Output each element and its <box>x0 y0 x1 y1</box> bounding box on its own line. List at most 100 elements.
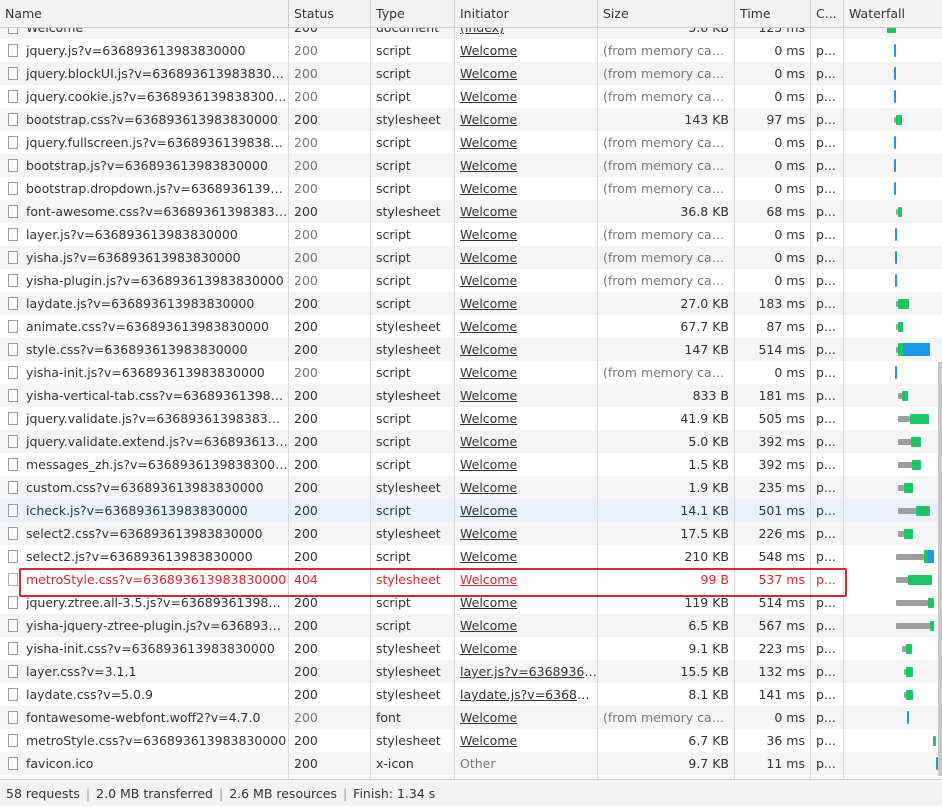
request-name[interactable]: layer.css?v=3.1.1 <box>0 660 288 683</box>
request-name[interactable]: bootstrap.dropdown.js?v=63689361398383..… <box>0 177 288 200</box>
request-name[interactable]: messages_zh.js?v=636893613983830000 <box>0 453 288 476</box>
table-row[interactable]: bootstrap.js?v=636893613983830000 200 scri… <box>0 154 942 177</box>
request-initiator[interactable]: Welcome <box>455 154 597 177</box>
table-row[interactable]: layer.css?v=3.1.1 200 stylesheet layer.js?v… <box>0 660 942 683</box>
table-row[interactable]: yisha-plugin.js?v=636893613983830000 200 s… <box>0 269 942 292</box>
table-row[interactable]: yisha-vertical-tab.css?v=636893613983830… <box>0 384 942 407</box>
request-initiator[interactable]: Welcome <box>455 384 597 407</box>
request-name[interactable]: animate.css?v=636893613983830000 <box>0 315 288 338</box>
request-name[interactable]: favicon.ico <box>0 752 288 775</box>
request-name[interactable]: jquery.fullscreen.js?v=63689361398383000… <box>0 131 288 154</box>
request-name[interactable]: font-awesome.css?v=636893613983830000 <box>0 200 288 223</box>
column-header-time[interactable]: Time <box>735 0 811 27</box>
request-name[interactable]: bootstrap.js?v=636893613983830000 <box>0 154 288 177</box>
request-initiator[interactable]: Welcome <box>455 361 597 384</box>
request-initiator[interactable]: Welcome <box>455 246 597 269</box>
request-initiator[interactable]: Welcome <box>455 637 597 660</box>
request-initiator[interactable]: Welcome <box>455 62 597 85</box>
request-name[interactable]: jquery.validate.js?v=636893613983830000 <box>0 407 288 430</box>
table-row[interactable]: custom.css?v=636893613983830000 200 styles… <box>0 476 942 499</box>
request-name[interactable]: jquery.validate.extend.js?v=636893613983… <box>0 430 288 453</box>
table-row[interactable]: laydate.css?v=5.0.9 200 stylesheet laydate.… <box>0 683 942 706</box>
table-row[interactable]: laydate.js?v=636893613983830000 200 script… <box>0 292 942 315</box>
table-row[interactable]: Welcome200document(index)5.6 KB125 ms <box>0 28 942 39</box>
table-row[interactable]: jquery.blockUI.js?v=636893613983830000 20… <box>0 62 942 85</box>
request-name[interactable]: yisha-init.css?v=636893613983830000 <box>0 637 288 660</box>
request-name[interactable]: jquery.js?v=636893613983830000 <box>0 39 288 62</box>
request-name[interactable]: custom.css?v=636893613983830000 <box>0 476 288 499</box>
request-name[interactable]: fontawesome-webfont.woff2?v=4.7.0 <box>0 706 288 729</box>
table-row[interactable]: jquery.cookie.js?v=636893613983830000 200… <box>0 85 942 108</box>
request-initiator[interactable]: Welcome <box>455 39 597 62</box>
column-header-waterfall[interactable]: Waterfall <box>844 0 942 27</box>
request-name[interactable]: bootstrap.css?v=636893613983830000 <box>0 108 288 131</box>
table-row[interactable]: bootstrap.css?v=636893613983830000 200 sty… <box>0 108 942 131</box>
request-initiator[interactable]: laydate.js?v=636893... <box>455 683 597 706</box>
request-initiator[interactable]: Welcome <box>455 108 597 131</box>
table-row[interactable]: select2.css?v=636893613983830000 200 style… <box>0 522 942 545</box>
table-row[interactable]: metroStyle.css?v=636893613983830000 200 st… <box>0 729 942 752</box>
table-row[interactable]: fontawesome-webfont.woff2?v=4.7.0 200 font… <box>0 706 942 729</box>
request-name[interactable]: icheck.js?v=636893613983830000 <box>0 499 288 522</box>
table-row[interactable]: favicon.ico 200 x-icon Other 9.7 KB 11 ms p... <box>0 752 942 775</box>
request-name[interactable]: yisha-init.js?v=636893613983830000 <box>0 361 288 384</box>
request-initiator[interactable]: Welcome <box>455 200 597 223</box>
request-name[interactable]: jquery.cookie.js?v=636893613983830000 <box>0 85 288 108</box>
column-header-initiator[interactable]: Initiator <box>455 0 598 27</box>
table-row[interactable]: jquery.fullscreen.js?v=63689361398383000… <box>0 131 942 154</box>
request-name[interactable]: yisha-vertical-tab.css?v=636893613983830… <box>0 384 288 407</box>
request-initiator[interactable]: Welcome <box>455 315 597 338</box>
request-name[interactable]: select2.js?v=636893613983830000 <box>0 545 288 568</box>
request-initiator[interactable]: Welcome <box>455 453 597 476</box>
request-initiator[interactable]: Welcome <box>455 338 597 361</box>
request-initiator[interactable]: Welcome <box>455 614 597 637</box>
scrollbar-thumb[interactable] <box>938 362 942 776</box>
request-initiator[interactable]: Welcome <box>455 85 597 108</box>
table-row[interactable]: yisha.js?v=636893613983830000 200 script We… <box>0 246 942 269</box>
table-row[interactable]: yisha-init.js?v=636893613983830000 200 scr… <box>0 361 942 384</box>
request-initiator[interactable]: Welcome <box>455 476 597 499</box>
request-name[interactable]: laydate.css?v=5.0.9 <box>0 683 288 706</box>
request-initiator[interactable]: layer.js?v=63689361... <box>455 660 597 683</box>
request-name[interactable]: layer.js?v=636893613983830000 <box>0 223 288 246</box>
request-initiator[interactable]: Welcome <box>455 522 597 545</box>
table-row[interactable]: style.css?v=636893613983830000 200 stylesh… <box>0 338 942 361</box>
request-initiator[interactable]: Welcome <box>455 407 597 430</box>
table-row[interactable]: jquery.validate.extend.js?v=636893613983… <box>0 430 942 453</box>
request-name[interactable]: yisha-plugin.js?v=636893613983830000 <box>0 269 288 292</box>
request-name[interactable]: yisha.js?v=636893613983830000 <box>0 246 288 269</box>
request-name[interactable]: Welcome <box>0 28 288 39</box>
request-initiator[interactable]: Welcome <box>455 131 597 154</box>
request-initiator[interactable]: Welcome <box>455 223 597 246</box>
request-initiator[interactable]: Welcome <box>455 177 597 200</box>
table-row[interactable]: font-awesome.css?v=636893613983830000 200… <box>0 200 942 223</box>
request-name[interactable]: select2.css?v=636893613983830000 <box>0 522 288 545</box>
column-header-connection[interactable]: C... <box>811 0 844 27</box>
column-header-name[interactable]: Name <box>0 0 289 27</box>
request-initiator[interactable]: Welcome <box>455 729 597 752</box>
table-row[interactable]: bootstrap.dropdown.js?v=63689361398383..… <box>0 177 942 200</box>
table-row[interactable]: jquery.js?v=636893613983830000 200 script W… <box>0 39 942 62</box>
request-initiator[interactable]: Welcome <box>455 706 597 729</box>
table-row[interactable]: animate.css?v=636893613983830000 200 style… <box>0 315 942 338</box>
request-name[interactable]: style.css?v=636893613983830000 <box>0 338 288 361</box>
table-row[interactable]: yisha-init.css?v=636893613983830000 200 st… <box>0 637 942 660</box>
table-row[interactable]: messages_zh.js?v=636893613983830000 200 sc… <box>0 453 942 476</box>
request-initiator[interactable]: Welcome <box>455 545 597 568</box>
column-header-size[interactable]: Size <box>598 0 735 27</box>
request-name[interactable]: yisha-jquery-ztree-plugin.js?v=636893613… <box>0 614 288 637</box>
table-row[interactable]: icheck.js?v=636893613983830000 200 script W… <box>0 499 942 522</box>
request-initiator[interactable]: Welcome <box>455 499 597 522</box>
request-initiator[interactable]: Welcome <box>455 269 597 292</box>
column-header-type[interactable]: Type <box>371 0 455 27</box>
table-row[interactable]: layer.js?v=636893613983830000 200 script We… <box>0 223 942 246</box>
request-name[interactable]: jquery.blockUI.js?v=636893613983830000 <box>0 62 288 85</box>
table-row[interactable]: jquery.validate.js?v=636893613983830000 2… <box>0 407 942 430</box>
request-initiator[interactable]: (index) <box>455 28 597 39</box>
request-name[interactable]: laydate.js?v=636893613983830000 <box>0 292 288 315</box>
request-name[interactable]: metroStyle.css?v=636893613983830000 <box>0 729 288 752</box>
table-row[interactable]: yisha-jquery-ztree-plugin.js?v=636893613… <box>0 614 942 637</box>
column-header-status[interactable]: Status <box>289 0 371 27</box>
request-initiator[interactable]: Welcome <box>455 292 597 315</box>
request-initiator[interactable]: Welcome <box>455 430 597 453</box>
